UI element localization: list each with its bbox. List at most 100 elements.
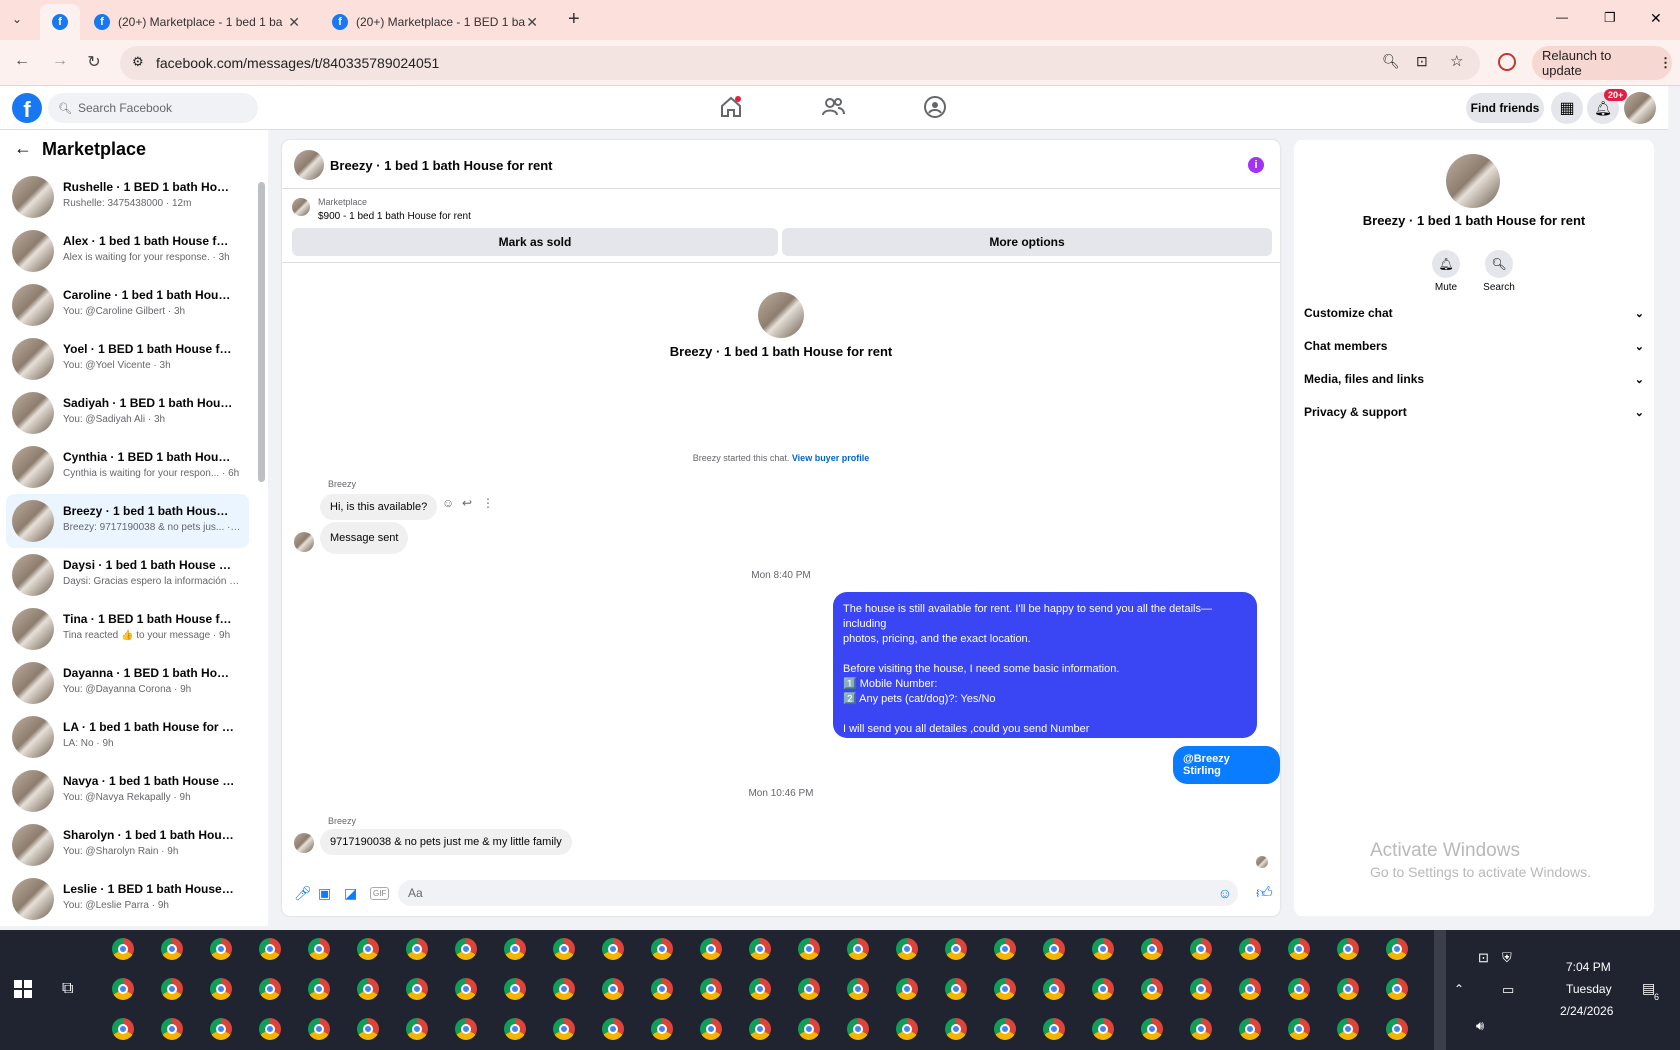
chrome-taskbar-icon[interactable] bbox=[945, 938, 967, 960]
chrome-taskbar-icon[interactable] bbox=[1092, 978, 1114, 1000]
chrome-taskbar-icon[interactable] bbox=[308, 938, 330, 960]
taskbar-scrollbar[interactable] bbox=[1434, 930, 1446, 1050]
chrome-taskbar-icon[interactable] bbox=[1190, 938, 1212, 960]
chrome-taskbar-icon[interactable] bbox=[1239, 978, 1261, 1000]
conversation-item[interactable]: Sadiyah · 1 BED 1 bath House fo... You: @… bbox=[6, 386, 249, 440]
reload-icon[interactable]: ↻ bbox=[82, 52, 106, 72]
conversation-item[interactable]: Navya · 1 bed 1 bath House for ... You: @… bbox=[6, 764, 249, 818]
gif-icon[interactable]: GIF bbox=[370, 887, 390, 900]
chrome-taskbar-icon[interactable] bbox=[1337, 938, 1359, 960]
incoming-message[interactable]: Message sent bbox=[320, 522, 409, 554]
chrome-taskbar-icon[interactable] bbox=[798, 1018, 820, 1040]
task-view-icon[interactable]: ⧉ bbox=[62, 980, 73, 998]
list-scrollbar[interactable] bbox=[258, 182, 265, 482]
conversation-item[interactable]: Cynthia · 1 BED 1 bath House fo... Cynthi… bbox=[6, 440, 249, 494]
chrome-taskbar-icon[interactable] bbox=[210, 938, 232, 960]
chrome-taskbar-icon[interactable] bbox=[651, 1018, 673, 1040]
facebook-logo-icon[interactable]: f bbox=[12, 93, 42, 123]
chrome-taskbar-icon[interactable] bbox=[210, 1018, 232, 1040]
media-files-links-section[interactable]: Media, files and links ⌄ bbox=[1304, 368, 1644, 390]
view-buyer-profile-link[interactable]: View buyer profile bbox=[792, 453, 869, 463]
tab-search-icon[interactable]: ⌄ bbox=[12, 12, 22, 26]
chrome-taskbar-icon[interactable] bbox=[357, 1018, 379, 1040]
chrome-taskbar-icon[interactable] bbox=[259, 978, 281, 1000]
chrome-taskbar-icon[interactable] bbox=[161, 1018, 183, 1040]
chrome-taskbar-icon[interactable] bbox=[700, 1018, 722, 1040]
profile-icon[interactable] bbox=[1498, 53, 1516, 71]
tab-2[interactable]: f (20+) Marketplace - 1 BED 1 ba ✕ bbox=[322, 4, 548, 40]
chrome-taskbar-icon[interactable] bbox=[994, 978, 1016, 1000]
chrome-taskbar-icon[interactable] bbox=[1337, 1018, 1359, 1040]
chrome-taskbar-icon[interactable] bbox=[455, 938, 477, 960]
chrome-taskbar-icon[interactable] bbox=[896, 978, 918, 1000]
incoming-message[interactable]: 9717190038 & no pets just me & my little… bbox=[320, 829, 572, 855]
chrome-taskbar-icon[interactable] bbox=[357, 938, 379, 960]
groups-icon[interactable] bbox=[922, 94, 948, 120]
mute-bell-icon[interactable]: 🔔︎ bbox=[1432, 250, 1460, 278]
chrome-taskbar-icon[interactable] bbox=[798, 938, 820, 960]
chrome-taskbar-icon[interactable] bbox=[1092, 938, 1114, 960]
clock-day[interactable]: Tuesday bbox=[1566, 982, 1612, 996]
reply-icon[interactable]: ↩ bbox=[462, 496, 472, 510]
more-icon[interactable]: ⋮ bbox=[482, 496, 494, 510]
listing-thumbnail[interactable] bbox=[292, 198, 310, 216]
react-icon[interactable]: ☺ bbox=[442, 496, 454, 510]
menu-grid-icon[interactable]: ▦ bbox=[1551, 92, 1583, 124]
url-input[interactable]: ⚙ facebook.com/messages/t/84033578902405… bbox=[120, 46, 1480, 80]
chrome-taskbar-icon[interactable] bbox=[308, 978, 330, 1000]
chrome-taskbar-icon[interactable] bbox=[1337, 978, 1359, 1000]
chrome-taskbar-icon[interactable] bbox=[1043, 978, 1065, 1000]
mention-bubble[interactable]: @Breezy Stirling bbox=[1173, 746, 1280, 784]
chrome-taskbar-icon[interactable] bbox=[112, 978, 134, 1000]
close-tab-icon[interactable]: ✕ bbox=[526, 14, 538, 31]
chrome-taskbar-icon[interactable] bbox=[749, 1018, 771, 1040]
chrome-taskbar-icon[interactable] bbox=[1190, 978, 1212, 1000]
more-options-button[interactable]: More options bbox=[782, 228, 1272, 256]
chrome-taskbar-icon[interactable] bbox=[406, 978, 428, 1000]
account-avatar[interactable] bbox=[1624, 92, 1656, 124]
chrome-taskbar-icon[interactable] bbox=[602, 1018, 624, 1040]
chrome-taskbar-icon[interactable] bbox=[1386, 978, 1408, 1000]
message-input[interactable]: Aa ☺ bbox=[398, 880, 1238, 906]
chrome-taskbar-icon[interactable] bbox=[749, 978, 771, 1000]
conversation-item[interactable]: Sharolyn · 1 bed 1 bath House f... You: @… bbox=[6, 818, 249, 872]
conversation-item[interactable]: Rushelle · 1 BED 1 bath House f... Rushel… bbox=[6, 170, 249, 224]
chrome-taskbar-icon[interactable] bbox=[406, 1018, 428, 1040]
chat-header-avatar[interactable] bbox=[294, 150, 324, 180]
chrome-taskbar-icon[interactable] bbox=[553, 1018, 575, 1040]
chrome-taskbar-icon[interactable] bbox=[455, 1018, 477, 1040]
chrome-taskbar-icon[interactable] bbox=[1239, 1018, 1261, 1040]
tab-1[interactable]: f (20+) Marketplace - 1 bed 1 ba ✕ bbox=[84, 4, 310, 40]
chrome-taskbar-icon[interactable] bbox=[1141, 938, 1163, 960]
clock-date[interactable]: 2/24/2026 bbox=[1560, 1004, 1613, 1018]
chrome-taskbar-icon[interactable] bbox=[896, 1018, 918, 1040]
tray-chevron-icon[interactable]: ⌃ bbox=[1454, 982, 1464, 996]
chrome-taskbar-icon[interactable] bbox=[112, 1018, 134, 1040]
profile-avatar[interactable] bbox=[1446, 154, 1500, 208]
microphone-icon[interactable]: 🎤︎ bbox=[294, 885, 312, 902]
chrome-taskbar-icon[interactable] bbox=[357, 978, 379, 1000]
sender-avatar[interactable] bbox=[294, 833, 314, 853]
conversation-item[interactable]: Tina · 1 BED 1 bath House for Re... Tina … bbox=[6, 602, 249, 656]
back-icon[interactable]: ← bbox=[10, 52, 34, 70]
chrome-taskbar-icon[interactable] bbox=[1288, 978, 1310, 1000]
chrome-taskbar-icon[interactable] bbox=[1141, 978, 1163, 1000]
chrome-taskbar-icon[interactable] bbox=[406, 938, 428, 960]
chrome-taskbar-icon[interactable] bbox=[553, 938, 575, 960]
emoji-icon[interactable]: ☺ bbox=[1218, 885, 1232, 901]
chrome-taskbar-icon[interactable] bbox=[1288, 938, 1310, 960]
bookmark-star-icon[interactable]: ☆ bbox=[1450, 52, 1463, 70]
chrome-taskbar-icon[interactable] bbox=[455, 978, 477, 1000]
search-icon[interactable]: 🔍︎ bbox=[1485, 250, 1513, 278]
chrome-taskbar-icon[interactable] bbox=[308, 1018, 330, 1040]
conversation-item[interactable]: Dayanna · 1 BED 1 bath Hous... You: @Daya… bbox=[6, 656, 249, 710]
conversation-item[interactable]: Yoel · 1 BED 1 bath House for Re... You: … bbox=[6, 332, 249, 386]
chat-members-section[interactable]: Chat members ⌄ bbox=[1304, 335, 1644, 357]
chrome-taskbar-icon[interactable] bbox=[504, 938, 526, 960]
conversation-item[interactable]: Breezy · 1 bed 1 bath House for ... Breez… bbox=[6, 494, 249, 548]
restore-button[interactable]: ❐ bbox=[1604, 10, 1616, 26]
chrome-taskbar-icon[interactable] bbox=[1043, 938, 1065, 960]
forward-icon[interactable]: → bbox=[48, 52, 72, 70]
chrome-taskbar-icon[interactable] bbox=[1239, 938, 1261, 960]
chrome-taskbar-icon[interactable] bbox=[847, 938, 869, 960]
